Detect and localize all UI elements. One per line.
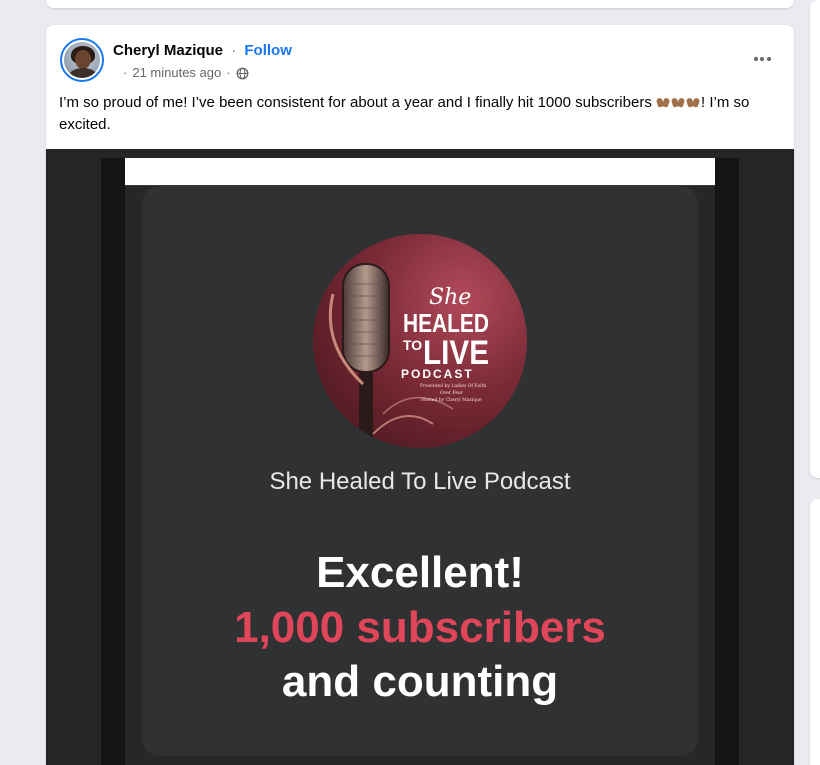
more-options-icon bbox=[753, 57, 771, 61]
image-border bbox=[101, 158, 125, 765]
post-header: Cheryl Mazique · Follow · 21 minutes ago… bbox=[46, 25, 794, 87]
post-card: Cheryl Mazique · Follow · 21 minutes ago… bbox=[46, 25, 794, 765]
post-text: I’m so proud of me! I’ve been consistent… bbox=[59, 92, 781, 136]
podcast-name: She Healed To Live Podcast bbox=[269, 468, 571, 495]
author-line: Cheryl Mazique · Follow bbox=[113, 41, 292, 61]
meta-dot: · bbox=[226, 65, 231, 80]
raising-hands-emoji bbox=[671, 96, 685, 108]
artwork-credit: Over Fear bbox=[440, 390, 464, 396]
milestone-count: 1,000 subscribers bbox=[234, 603, 606, 652]
profile-photo bbox=[64, 42, 100, 78]
podcast-milestone-card: She HEALED TO LIVE PODCAST Presented by … bbox=[142, 186, 698, 756]
avatar[interactable] bbox=[60, 38, 104, 82]
post-image[interactable]: She HEALED TO LIVE PODCAST Presented by … bbox=[46, 149, 794, 765]
more-options-button[interactable] bbox=[746, 43, 778, 75]
artwork-text: TO bbox=[403, 337, 422, 353]
news-feed: Cheryl Mazique · Follow · 21 minutes ago… bbox=[0, 0, 820, 765]
side-panel bbox=[810, 499, 820, 765]
side-panel bbox=[810, 0, 820, 478]
author-name[interactable]: Cheryl Mazique bbox=[113, 42, 223, 59]
podcast-artwork: She HEALED TO LIVE PODCAST Presented by … bbox=[313, 234, 527, 448]
globe-icon[interactable] bbox=[236, 67, 249, 80]
separator-dot: · bbox=[231, 42, 237, 59]
post-timestamp[interactable]: 21 minutes ago bbox=[132, 64, 221, 82]
meta-dot: · bbox=[123, 65, 128, 80]
previous-post-card bbox=[46, 0, 794, 8]
post-meta: · 21 minutes ago · bbox=[118, 64, 249, 82]
artwork-text: PODCAST bbox=[401, 367, 474, 381]
image-border bbox=[715, 158, 739, 765]
artwork-credit: Hosted by Cheryl Mazique bbox=[421, 397, 482, 403]
raising-hands-emoji bbox=[656, 96, 670, 108]
post-text-part: I’m so proud of me! I’ve been consistent… bbox=[59, 94, 656, 111]
milestone-headline: Excellent! bbox=[316, 548, 524, 597]
milestone-subtext: and counting bbox=[281, 657, 559, 706]
artwork-text: She bbox=[429, 285, 471, 310]
screenshot-top-bar bbox=[125, 158, 715, 186]
raising-hands-emoji bbox=[686, 96, 700, 108]
artwork-credit: Presented by Ladies Of Faith bbox=[420, 383, 486, 389]
follow-button[interactable]: Follow bbox=[244, 42, 292, 59]
